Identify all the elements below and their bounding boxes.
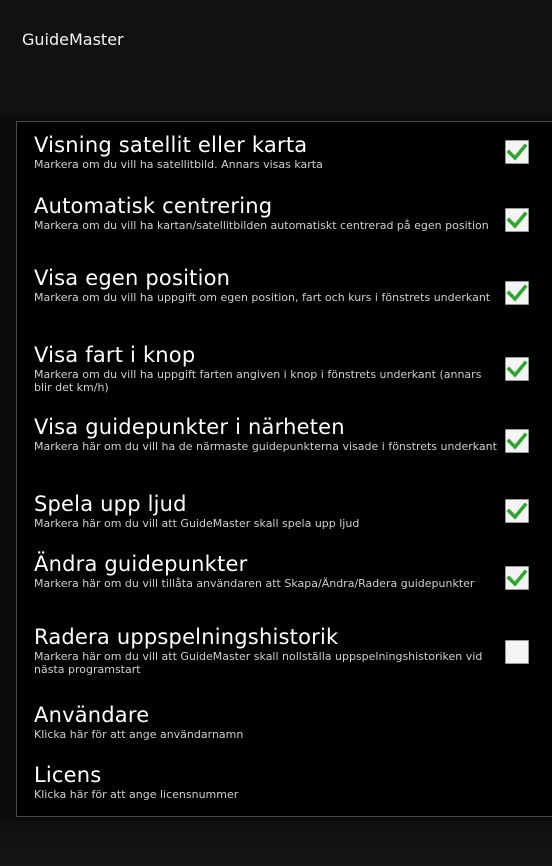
setting-satellite-or-map[interactable]: Visning satellit eller karta Markera om … (34, 132, 539, 171)
checkmark-icon (506, 502, 528, 520)
setting-clear-playback-history[interactable]: Radera uppspelningshistorik Markera här … (34, 624, 539, 676)
setting-speed-knots[interactable]: Visa fart i knop Markera om du vill ha u… (34, 342, 539, 394)
setting-play-sound[interactable]: Spela upp ljud Markera här om du vill at… (34, 491, 539, 530)
title-bar: GuideMaster (0, 0, 552, 115)
checkmark-icon (506, 569, 528, 587)
setting-auto-center[interactable]: Automatisk centrering Markera om du vill… (34, 193, 539, 232)
checkmark-icon (506, 143, 528, 161)
setting-title: Användare (34, 703, 150, 727)
checkbox-satellite-or-map[interactable] (505, 140, 529, 164)
setting-nearby-guide-points[interactable]: Visa guidepunkter i närheten Markera här… (34, 414, 539, 453)
setting-summary: Markera om du vill ha uppgift farten ang… (34, 368, 482, 394)
checkbox-own-position[interactable] (505, 281, 529, 305)
setting-title: Visning satellit eller karta (34, 133, 308, 157)
setting-summary: Klicka här för att ange användarnamn (34, 728, 244, 741)
setting-own-position[interactable]: Visa egen position Markera om du vill ha… (34, 265, 539, 304)
setting-summary: Markera om du vill ha kartan/satellitbil… (34, 219, 489, 232)
checkbox-auto-center[interactable] (505, 208, 529, 232)
setting-summary: Markera här om du vill att GuideMaster s… (34, 650, 483, 676)
checkmark-icon (506, 432, 528, 450)
setting-summary: Klicka här för att ange licensnummer (34, 788, 239, 801)
setting-summary: Markera om du vill ha uppgift om egen po… (34, 291, 491, 304)
bottom-area (0, 818, 552, 866)
setting-summary: Markera här om du vill ha de närmaste gu… (34, 440, 497, 453)
checkmark-icon (506, 211, 528, 229)
setting-edit-guide-points[interactable]: Ändra guidepunkter Markera här om du vil… (34, 551, 539, 590)
checkmark-icon (506, 360, 528, 378)
setting-summary: Markera här om du vill tillåta användare… (34, 577, 475, 590)
checkbox-nearby-guide-points[interactable] (505, 429, 529, 453)
checkbox-edit-guide-points[interactable] (505, 566, 529, 590)
checkbox-clear-playback-history[interactable] (505, 640, 529, 664)
setting-title: Automatisk centrering (34, 194, 273, 218)
screen: GuideMaster Visning satellit eller karta… (0, 0, 552, 866)
checkbox-speed-knots[interactable] (505, 357, 529, 381)
checkmark-icon (506, 284, 528, 302)
setting-title: Visa egen position (34, 266, 231, 290)
setting-title: Radera uppspelningshistorik (34, 625, 339, 649)
setting-license[interactable]: Licens Klicka här för att ange licensnum… (34, 762, 539, 801)
setting-title: Licens (34, 763, 102, 787)
setting-summary: Markera här om du vill att GuideMaster s… (34, 517, 360, 530)
setting-user[interactable]: Användare Klicka här för att ange använd… (34, 702, 539, 741)
setting-title: Spela upp ljud (34, 492, 187, 516)
setting-summary: Markera om du vill ha satellitbild. Anna… (34, 158, 323, 171)
setting-title: Visa fart i knop (34, 343, 196, 367)
checkbox-play-sound[interactable] (505, 499, 529, 523)
setting-title: Ändra guidepunkter (34, 552, 248, 576)
settings-list: Visning satellit eller karta Markera om … (16, 121, 552, 817)
setting-title: Visa guidepunkter i närheten (34, 415, 345, 439)
app-title: GuideMaster (22, 30, 124, 49)
